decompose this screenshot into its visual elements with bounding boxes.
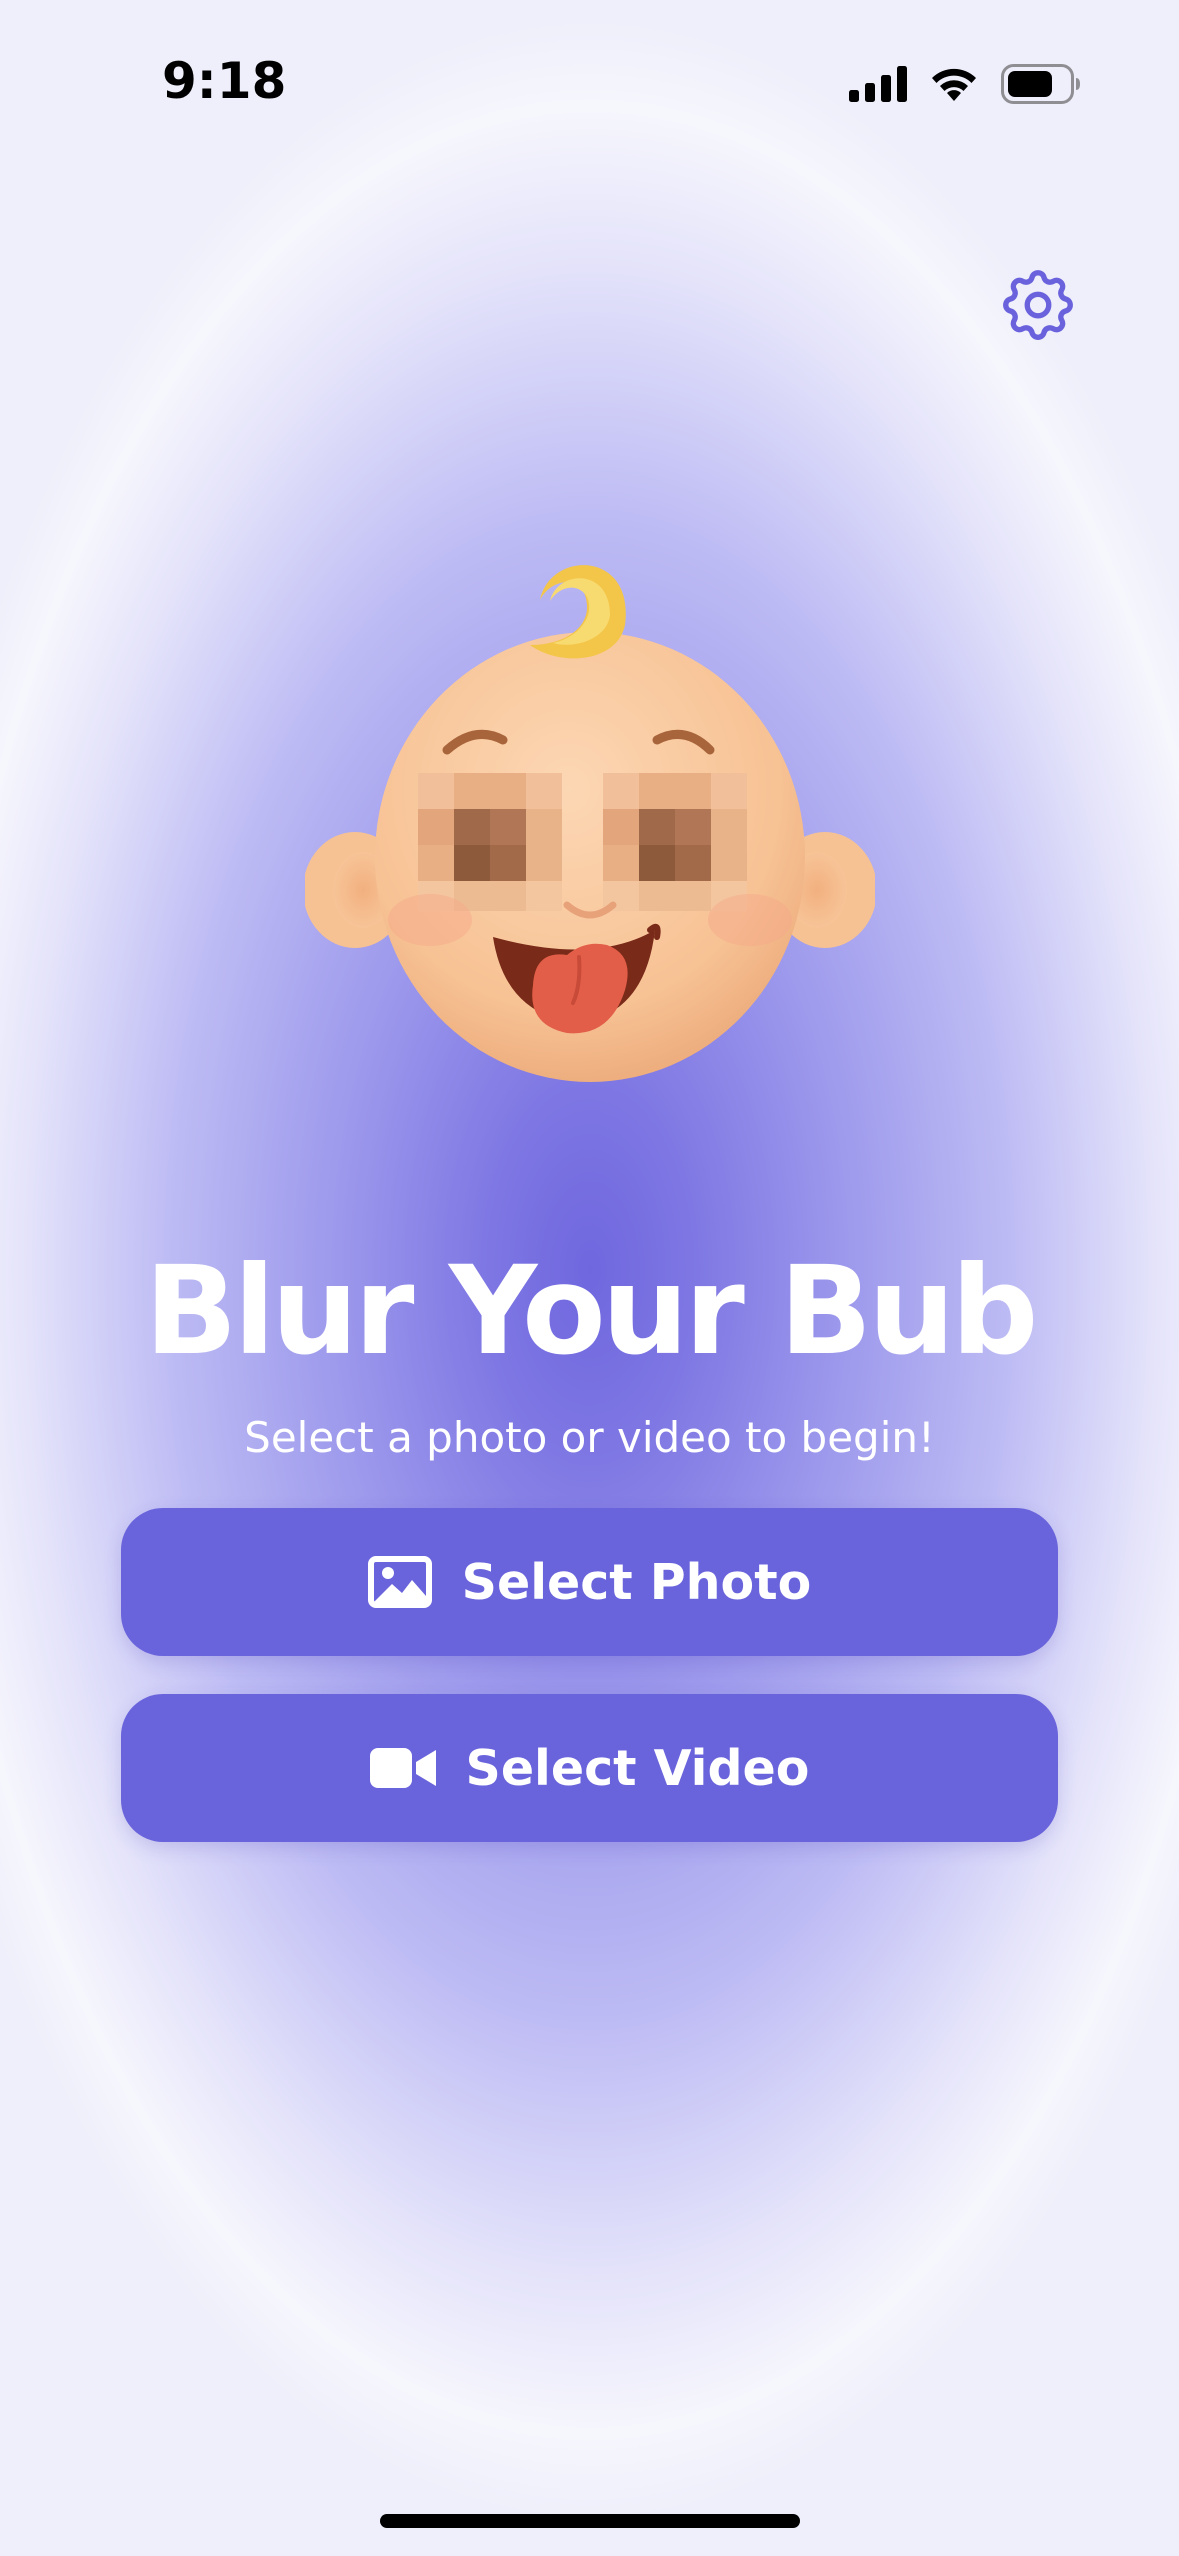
select-video-button[interactable]: Select Video — [121, 1694, 1058, 1842]
battery-icon — [1001, 64, 1080, 104]
app-title: Blur Your Bub — [144, 1240, 1039, 1382]
status-time: 9:18 — [162, 52, 287, 110]
video-camera-icon — [369, 1746, 436, 1790]
home-indicator[interactable] — [380, 2514, 800, 2528]
baby-mascot-image — [305, 565, 875, 1082]
status-icons — [849, 64, 1081, 104]
settings-button[interactable] — [995, 262, 1081, 348]
cellular-signal-icon — [849, 66, 907, 102]
gear-icon — [1003, 270, 1073, 340]
select-video-label: Select Video — [465, 1739, 810, 1797]
wifi-icon — [932, 68, 976, 101]
select-photo-label: Select Photo — [461, 1553, 812, 1611]
select-photo-button[interactable]: Select Photo — [121, 1508, 1058, 1656]
photo-icon — [367, 1556, 432, 1608]
home-screen: 9:18 Blur Your Bub Select a photo or vid… — [0, 0, 1179, 2556]
subtitle: Select a photo or video to begin! — [244, 1413, 935, 1462]
